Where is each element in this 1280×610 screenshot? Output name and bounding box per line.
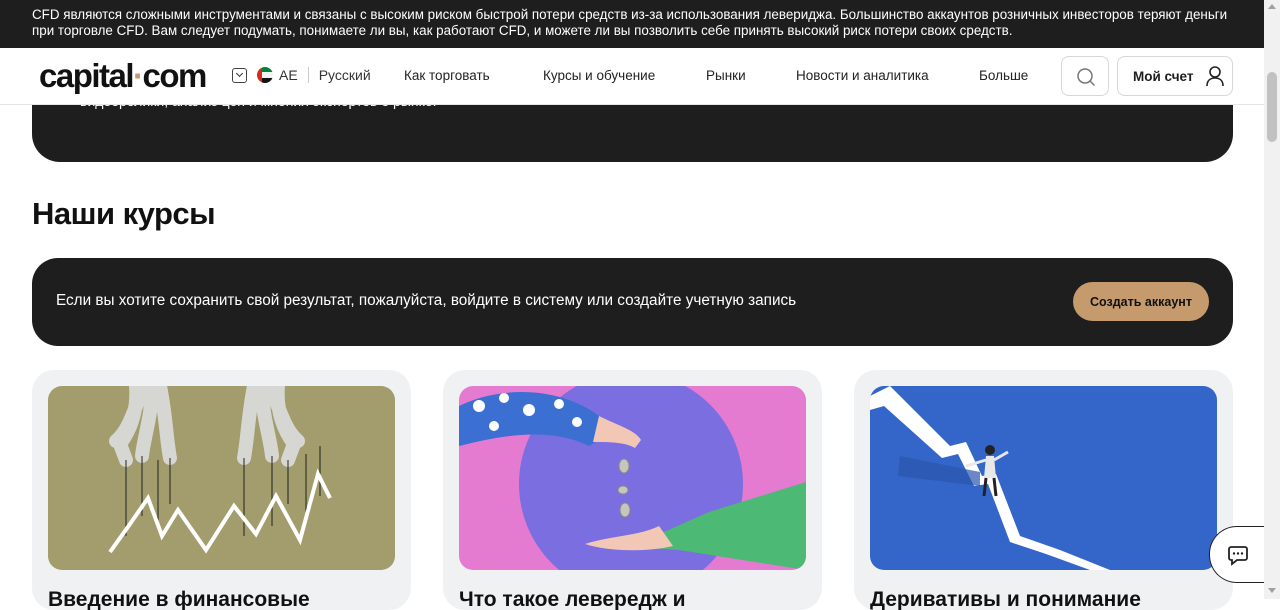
region-language-selector[interactable]: AE Русский — [232, 67, 371, 83]
logo-text-capital: capital — [39, 57, 135, 94]
nav-how-to-trade[interactable]: Как торговать — [404, 68, 490, 83]
course-card[interactable]: Введение в финансовые — [32, 370, 411, 610]
logo-dot: · — [133, 57, 144, 94]
nav-markets[interactable]: Рынки — [706, 68, 746, 83]
region-code: AE — [279, 67, 298, 83]
risk-warning-text: CFD являются сложными инструментами и св… — [32, 7, 1228, 38]
scrollbar-thumb[interactable] — [1267, 72, 1277, 142]
course-title[interactable]: Деривативы и понимание — [870, 588, 1141, 610]
nav-more[interactable]: Больше — [979, 68, 1028, 83]
language-label[interactable]: Русский — [319, 67, 371, 83]
uae-flag-icon — [257, 67, 273, 83]
my-account-label: Мой счет — [1133, 68, 1194, 84]
page-scrollbar[interactable] — [1264, 0, 1280, 599]
course-image-chart-walker — [870, 386, 1217, 570]
course-title[interactable]: Что такое левередж и — [459, 588, 686, 610]
risk-warning-banner: CFD являются сложными инструментами и св… — [0, 0, 1264, 48]
course-card[interactable]: Что такое левередж и — [443, 370, 822, 610]
login-banner: Если вы хотите сохранить свой результат,… — [32, 258, 1233, 346]
scroll-down-arrow-icon[interactable] — [1268, 588, 1276, 593]
search-icon — [1077, 68, 1095, 86]
course-title[interactable]: Введение в финансовые — [48, 588, 310, 610]
nav-courses-learning[interactable]: Курсы и обучение — [543, 68, 655, 83]
login-banner-message: Если вы хотите сохранить свой результат,… — [56, 292, 797, 309]
capital-com-logo[interactable]: capital·com — [39, 57, 208, 95]
scroll-up-arrow-icon[interactable] — [1268, 4, 1276, 9]
my-account-button[interactable]: Мой счет — [1117, 56, 1233, 96]
region-divider — [307, 67, 309, 83]
user-icon — [1206, 66, 1225, 87]
nav-news-analysis[interactable]: Новости и аналитика — [796, 68, 929, 83]
chat-icon — [1228, 545, 1248, 566]
section-title: Наши курсы — [32, 196, 216, 231]
logo-text-com: com — [142, 57, 208, 94]
course-image-coins-hands — [459, 386, 806, 570]
course-image-puppet-hands — [48, 386, 395, 570]
site-header: capital·com AE Русский Как торговать Кур… — [0, 48, 1264, 105]
chat-button[interactable] — [1209, 526, 1267, 583]
chevron-down-icon[interactable] — [232, 67, 247, 83]
create-account-button[interactable]: Создать аккаунт — [1073, 282, 1209, 321]
course-card[interactable]: Деривативы и понимание — [854, 370, 1233, 610]
search-button[interactable] — [1061, 56, 1109, 96]
